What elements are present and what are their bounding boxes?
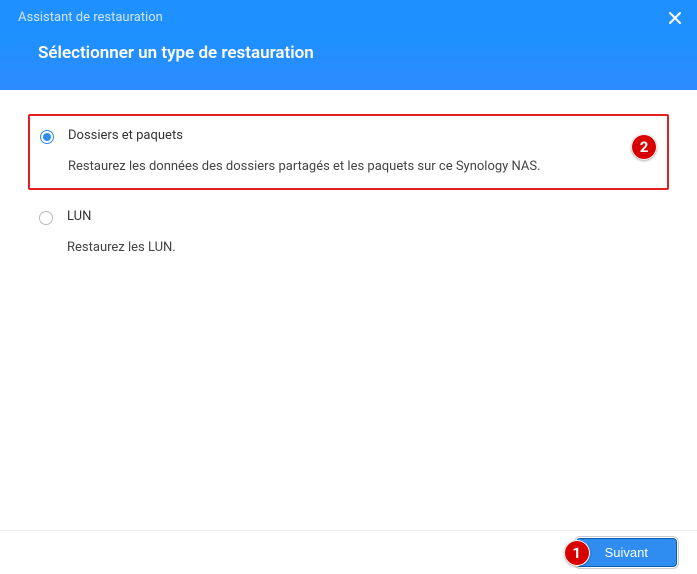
option-label: Dossiers et paquets (68, 128, 653, 143)
wizard-content: Dossiers et paquets Restaurez les donnée… (0, 90, 697, 530)
next-button[interactable]: Suivant (576, 538, 677, 567)
option-description: Restaurez les LUN. (67, 240, 654, 255)
wizard-step-title: Sélectionner un type de restauration (0, 25, 697, 63)
close-icon[interactable] (667, 10, 683, 26)
option-label: LUN (67, 209, 654, 224)
option-description: Restaurez les données des dossiers parta… (68, 159, 653, 174)
radio-lun[interactable] (39, 211, 53, 225)
wizard-title: Assistant de restauration (0, 0, 697, 25)
annotation-badge-1: 1 (564, 540, 590, 566)
annotation-badge-2: 2 (631, 134, 657, 160)
radio-folders-packages[interactable] (40, 130, 54, 144)
option-folders-packages[interactable]: Dossiers et paquets Restaurez les donnée… (28, 114, 669, 190)
wizard-footer: 1 Suivant (0, 530, 697, 574)
wizard-header: Assistant de restauration Sélectionner u… (0, 0, 697, 90)
option-lun[interactable]: LUN Restaurez les LUN. (28, 196, 669, 270)
